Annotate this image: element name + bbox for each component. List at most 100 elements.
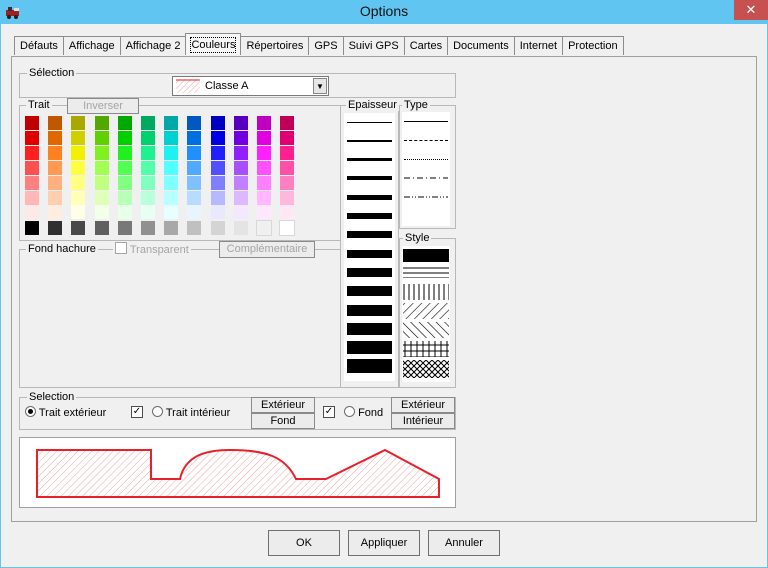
color-swatch[interactable] bbox=[234, 116, 248, 130]
color-swatch[interactable] bbox=[280, 161, 294, 175]
thickness-option[interactable] bbox=[347, 176, 392, 180]
tab-repertoires[interactable]: Répertoires bbox=[240, 36, 310, 55]
color-swatch[interactable] bbox=[187, 221, 201, 235]
color-swatch[interactable] bbox=[48, 191, 62, 205]
color-swatch[interactable] bbox=[95, 176, 109, 190]
thickness-option[interactable] bbox=[347, 341, 392, 354]
fond-radio[interactable] bbox=[344, 406, 355, 417]
chevron-down-icon[interactable]: ▼ bbox=[313, 78, 327, 94]
color-swatch[interactable] bbox=[164, 205, 178, 219]
tab-couleurs[interactable]: Couleurs bbox=[185, 33, 242, 55]
hatch-style-list[interactable] bbox=[402, 246, 450, 382]
color-swatch[interactable] bbox=[280, 116, 294, 130]
color-swatch[interactable] bbox=[48, 221, 62, 235]
trait-interieur-radio[interactable] bbox=[152, 406, 163, 417]
color-swatch[interactable] bbox=[71, 116, 85, 130]
line-type-solid[interactable] bbox=[404, 121, 448, 122]
tab-suivi-gps[interactable]: Suivi GPS bbox=[342, 36, 405, 55]
thickness-option[interactable] bbox=[347, 250, 392, 258]
color-swatch[interactable] bbox=[95, 146, 109, 160]
color-swatch[interactable] bbox=[71, 205, 85, 219]
thickness-option[interactable] bbox=[347, 158, 392, 161]
color-swatch[interactable] bbox=[118, 191, 132, 205]
color-swatch[interactable] bbox=[71, 131, 85, 145]
color-swatch[interactable] bbox=[187, 116, 201, 130]
fond-option[interactable]: Fond bbox=[344, 406, 383, 419]
exterieur-fond-button[interactable]: Extérieur bbox=[391, 397, 455, 413]
color-swatch[interactable] bbox=[141, 191, 155, 205]
color-swatch[interactable] bbox=[187, 131, 201, 145]
thickness-option[interactable] bbox=[347, 140, 392, 142]
color-swatch[interactable] bbox=[25, 205, 39, 219]
color-swatch[interactable] bbox=[234, 221, 248, 235]
tab-gps[interactable]: GPS bbox=[308, 36, 344, 55]
tab-protection[interactable]: Protection bbox=[562, 36, 624, 55]
color-swatch[interactable] bbox=[280, 176, 294, 190]
color-swatch[interactable] bbox=[211, 146, 225, 160]
color-swatch[interactable] bbox=[211, 176, 225, 190]
color-swatch[interactable] bbox=[257, 146, 271, 160]
color-swatch[interactable] bbox=[211, 116, 225, 130]
color-swatch[interactable] bbox=[211, 131, 225, 145]
color-swatch[interactable] bbox=[187, 146, 201, 160]
color-swatch[interactable] bbox=[141, 221, 155, 235]
color-swatch[interactable] bbox=[141, 131, 155, 145]
color-swatch[interactable] bbox=[164, 161, 178, 175]
color-swatch[interactable] bbox=[141, 205, 155, 219]
color-swatch[interactable] bbox=[187, 176, 201, 190]
transparent-option[interactable]: Transparent bbox=[113, 242, 191, 256]
color-swatch[interactable] bbox=[25, 116, 39, 130]
color-swatch[interactable] bbox=[234, 131, 248, 145]
line-type-list[interactable] bbox=[402, 112, 450, 226]
color-swatch[interactable] bbox=[234, 161, 248, 175]
color-swatch[interactable] bbox=[71, 146, 85, 160]
tab-affichage[interactable]: Affichage bbox=[62, 36, 121, 55]
color-swatch[interactable] bbox=[71, 161, 85, 175]
tab-documents[interactable]: Documents bbox=[447, 36, 515, 55]
trait-exterieur-option[interactable]: Trait extérieur bbox=[25, 406, 106, 419]
color-swatch[interactable] bbox=[257, 161, 271, 175]
color-swatch[interactable] bbox=[211, 205, 225, 219]
color-swatch[interactable] bbox=[257, 131, 271, 145]
color-swatch[interactable] bbox=[48, 176, 62, 190]
thickness-option[interactable] bbox=[347, 323, 392, 335]
thickness-option[interactable] bbox=[347, 213, 392, 219]
color-swatch[interactable] bbox=[48, 205, 62, 219]
color-swatch[interactable] bbox=[25, 191, 39, 205]
color-swatch[interactable] bbox=[234, 191, 248, 205]
thickness-option[interactable] bbox=[347, 122, 392, 123]
ok-button[interactable]: OK bbox=[268, 530, 340, 556]
color-swatch[interactable] bbox=[95, 191, 109, 205]
color-swatch[interactable] bbox=[95, 161, 109, 175]
transparent-checkbox[interactable] bbox=[115, 242, 127, 254]
color-swatch[interactable] bbox=[71, 176, 85, 190]
tab-internet[interactable]: Internet bbox=[513, 36, 564, 55]
thickness-option[interactable] bbox=[347, 231, 392, 238]
color-swatch[interactable] bbox=[234, 205, 248, 219]
close-button[interactable]: ✕ bbox=[734, 0, 768, 20]
color-swatch[interactable] bbox=[95, 116, 109, 130]
appliquer-button[interactable]: Appliquer bbox=[348, 530, 420, 556]
color-swatch[interactable] bbox=[257, 116, 271, 130]
color-swatch[interactable] bbox=[187, 191, 201, 205]
inverser-button[interactable]: Inverser bbox=[67, 98, 139, 114]
color-swatch[interactable] bbox=[25, 146, 39, 160]
color-swatch[interactable] bbox=[141, 146, 155, 160]
tab-affichage-2[interactable]: Affichage 2 bbox=[119, 36, 187, 55]
trait-exterieur-checkbox[interactable]: ✓ bbox=[131, 406, 143, 418]
color-swatch[interactable] bbox=[164, 146, 178, 160]
color-swatch[interactable] bbox=[187, 161, 201, 175]
color-swatch[interactable] bbox=[118, 176, 132, 190]
color-swatch[interactable] bbox=[234, 176, 248, 190]
fond-checkbox[interactable]: ✓ bbox=[323, 406, 335, 418]
color-swatch[interactable] bbox=[234, 146, 248, 160]
thickness-option[interactable] bbox=[347, 195, 392, 200]
color-swatch[interactable] bbox=[25, 161, 39, 175]
color-swatch[interactable] bbox=[118, 131, 132, 145]
color-swatch[interactable] bbox=[141, 116, 155, 130]
color-swatch[interactable] bbox=[164, 131, 178, 145]
color-swatch[interactable] bbox=[187, 205, 201, 219]
color-swatch[interactable] bbox=[118, 205, 132, 219]
color-swatch[interactable] bbox=[280, 131, 294, 145]
trait-interieur-option[interactable]: Trait intérieur bbox=[152, 406, 230, 419]
